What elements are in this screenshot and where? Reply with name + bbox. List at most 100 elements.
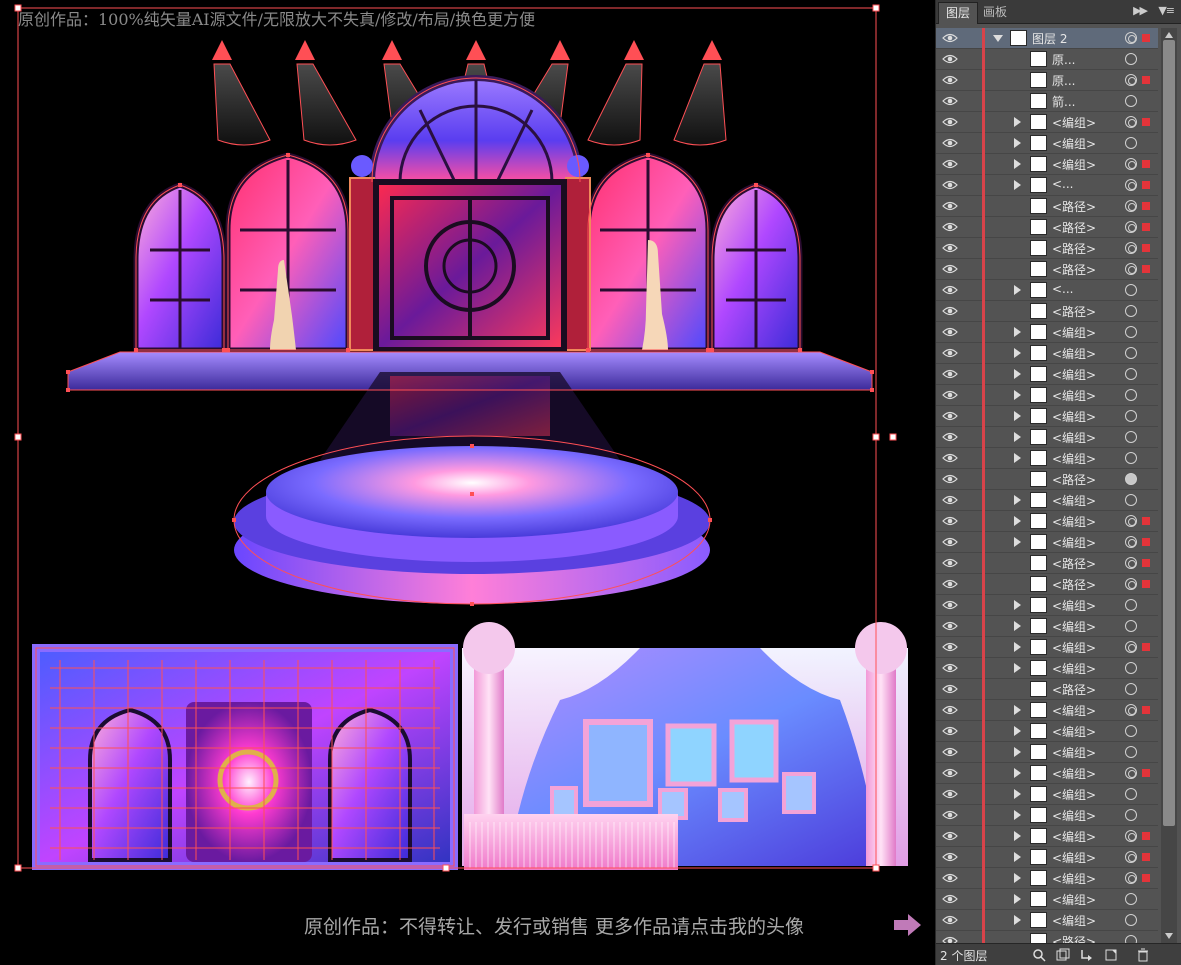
eye-icon[interactable]	[942, 808, 958, 822]
target-circle-icon[interactable]	[1125, 725, 1137, 737]
layer-row[interactable]: <编组>	[936, 658, 1158, 679]
eye-icon[interactable]	[942, 661, 958, 675]
layer-row[interactable]: <编组>	[936, 742, 1158, 763]
selection-square-icon[interactable]	[1142, 34, 1150, 42]
layer-row[interactable]: <编组>	[936, 154, 1158, 175]
disclosure-triangle-icon[interactable]	[1012, 831, 1022, 841]
layer-row[interactable]: <编组>	[936, 910, 1158, 931]
selection-square-icon[interactable]	[1142, 559, 1150, 567]
eye-icon[interactable]	[942, 871, 958, 885]
target-circle-icon[interactable]	[1125, 410, 1137, 422]
target-circle-icon[interactable]	[1125, 263, 1137, 275]
target-circle-icon[interactable]	[1125, 578, 1137, 590]
disclosure-triangle-icon[interactable]	[1012, 894, 1022, 904]
target-circle-icon[interactable]	[1125, 284, 1137, 296]
disclosure-triangle-icon[interactable]	[1012, 285, 1022, 295]
eye-icon[interactable]	[942, 73, 958, 87]
disclosure-triangle-icon[interactable]	[1012, 810, 1022, 820]
eye-icon[interactable]	[942, 199, 958, 213]
panel-menu-icon[interactable]: ▼≡	[1158, 4, 1175, 17]
target-circle-icon[interactable]	[1125, 242, 1137, 254]
disclosure-triangle-icon[interactable]	[1012, 390, 1022, 400]
eye-icon[interactable]	[942, 535, 958, 549]
layer-row[interactable]: <编组>	[936, 427, 1158, 448]
target-circle-icon[interactable]	[1125, 494, 1137, 506]
target-circle-icon[interactable]	[1125, 158, 1137, 170]
disclosure-triangle-icon[interactable]	[1012, 348, 1022, 358]
eye-icon[interactable]	[942, 724, 958, 738]
target-circle-icon[interactable]	[1125, 515, 1137, 527]
eye-icon[interactable]	[942, 598, 958, 612]
disclosure-triangle-icon[interactable]	[1012, 117, 1022, 127]
target-circle-icon[interactable]	[1125, 767, 1137, 779]
target-circle-icon[interactable]	[1125, 347, 1137, 359]
disclosure-triangle-icon[interactable]	[1012, 726, 1022, 736]
eye-icon[interactable]	[942, 745, 958, 759]
target-circle-icon[interactable]	[1125, 893, 1137, 905]
eye-icon[interactable]	[942, 850, 958, 864]
layer-row[interactable]: <编组>	[936, 700, 1158, 721]
layer-row[interactable]: <路径>	[936, 259, 1158, 280]
target-circle-icon[interactable]	[1125, 53, 1137, 65]
layer-row[interactable]: <编组>	[936, 847, 1158, 868]
target-circle-icon[interactable]	[1125, 326, 1137, 338]
target-circle-icon[interactable]	[1125, 137, 1137, 149]
layer-row[interactable]: <路径>	[936, 469, 1158, 490]
eye-icon[interactable]	[942, 577, 958, 591]
target-circle-icon[interactable]	[1125, 851, 1137, 863]
target-circle-icon[interactable]	[1125, 641, 1137, 653]
disclosure-triangle-icon[interactable]	[1012, 600, 1022, 610]
disclosure-triangle-icon[interactable]	[1012, 411, 1022, 421]
layer-row[interactable]: <编组>	[936, 406, 1158, 427]
disclosure-triangle-icon[interactable]	[1012, 159, 1022, 169]
selection-square-icon[interactable]	[1142, 874, 1150, 882]
disclosure-triangle-icon[interactable]	[1012, 537, 1022, 547]
eye-icon[interactable]	[942, 94, 958, 108]
layer-row[interactable]: <路径>	[936, 553, 1158, 574]
layer-row[interactable]: <...	[936, 175, 1158, 196]
eye-icon[interactable]	[942, 115, 958, 129]
eye-icon[interactable]	[942, 787, 958, 801]
layer-row-top[interactable]: 图层 2	[936, 28, 1158, 49]
tab-artboards[interactable]: 画板	[976, 2, 1014, 24]
layer-row[interactable]: <路径>	[936, 931, 1158, 943]
layer-row[interactable]: <编组>	[936, 868, 1158, 889]
layer-row[interactable]: <编组>	[936, 385, 1158, 406]
eye-icon[interactable]	[942, 31, 958, 45]
layer-row[interactable]: <编组>	[936, 112, 1158, 133]
eye-icon[interactable]	[942, 304, 958, 318]
eye-icon[interactable]	[942, 262, 958, 276]
layer-row[interactable]: <编组>	[936, 532, 1158, 553]
target-circle-icon[interactable]	[1125, 32, 1137, 44]
disclosure-triangle-icon[interactable]	[1012, 768, 1022, 778]
target-circle-icon[interactable]	[1125, 473, 1137, 485]
layer-row[interactable]: <...	[936, 280, 1158, 301]
selection-square-icon[interactable]	[1142, 160, 1150, 168]
disclosure-triangle-icon[interactable]	[1012, 663, 1022, 673]
disclosure-triangle-icon[interactable]	[1012, 453, 1022, 463]
layer-row[interactable]: <编组>	[936, 343, 1158, 364]
disclosure-triangle-icon[interactable]	[1012, 138, 1022, 148]
layer-row[interactable]: <路径>	[936, 574, 1158, 595]
eye-icon[interactable]	[942, 472, 958, 486]
target-circle-icon[interactable]	[1125, 536, 1137, 548]
selection-square-icon[interactable]	[1142, 118, 1150, 126]
layer-row[interactable]: <编组>	[936, 490, 1158, 511]
scroll-up-icon[interactable]	[1164, 30, 1174, 40]
selection-square-icon[interactable]	[1142, 244, 1150, 252]
search-icon[interactable]	[1032, 948, 1046, 962]
selection-square-icon[interactable]	[1142, 769, 1150, 777]
make-clipping-mask-icon[interactable]	[1056, 948, 1070, 962]
target-circle-icon[interactable]	[1125, 305, 1137, 317]
layer-row[interactable]: <编组>	[936, 826, 1158, 847]
layer-row[interactable]: <编组>	[936, 511, 1158, 532]
selection-square-icon[interactable]	[1142, 76, 1150, 84]
layer-row[interactable]: 箭...	[936, 91, 1158, 112]
eye-icon[interactable]	[942, 934, 958, 943]
layer-row[interactable]: <编组>	[936, 364, 1158, 385]
layer-row[interactable]: <路径>	[936, 238, 1158, 259]
selection-square-icon[interactable]	[1142, 181, 1150, 189]
layer-row[interactable]: <编组>	[936, 322, 1158, 343]
selection-square-icon[interactable]	[1142, 643, 1150, 651]
disclosure-triangle-icon[interactable]	[1012, 369, 1022, 379]
